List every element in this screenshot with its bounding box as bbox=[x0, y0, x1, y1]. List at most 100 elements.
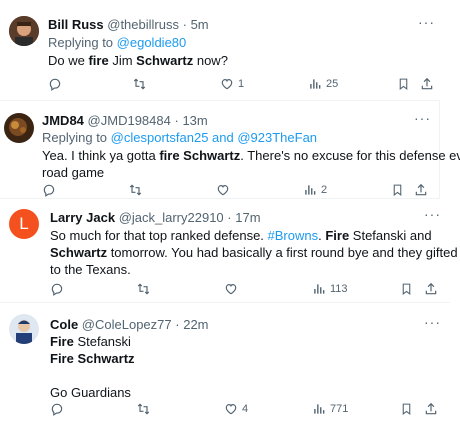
like-count: 4 bbox=[242, 403, 249, 415]
timestamp[interactable]: 5m bbox=[191, 17, 209, 32]
hashtag-link[interactable]: #Browns bbox=[268, 228, 319, 243]
share-button[interactable] bbox=[424, 281, 438, 297]
handle[interactable]: @ColeLopez77 bbox=[82, 317, 172, 332]
views-button[interactable]: 25 bbox=[308, 76, 338, 92]
like-icon bbox=[225, 404, 237, 415]
bookmark-icon bbox=[399, 78, 408, 90]
mention-link[interactable]: @clesportsfan25 bbox=[111, 130, 209, 145]
text-part: Go Guardians bbox=[50, 385, 131, 400]
avatar-letter: L bbox=[19, 214, 29, 233]
text-bold: Fire Schwartz bbox=[50, 351, 135, 366]
more-icon[interactable]: ··· bbox=[418, 14, 435, 30]
like-icon bbox=[217, 185, 229, 196]
text-bold: Schwartz bbox=[50, 245, 108, 260]
display-name[interactable]: Bill Russ bbox=[48, 17, 104, 32]
mention-and: and bbox=[208, 130, 238, 145]
bookmark-button[interactable] bbox=[397, 76, 410, 92]
retweet-icon bbox=[133, 78, 146, 90]
dot-separator: · bbox=[182, 17, 187, 32]
avatar[interactable] bbox=[9, 16, 39, 46]
like-button[interactable]: 1 bbox=[220, 76, 244, 92]
tweet-text: So much for that top ranked defense. #Br… bbox=[50, 227, 460, 278]
reply-icon bbox=[51, 403, 63, 416]
replying-label: Replying to bbox=[42, 130, 108, 145]
text-part: Stefanski and bbox=[349, 228, 432, 243]
retweet-button[interactable] bbox=[132, 76, 147, 92]
retweet-button[interactable] bbox=[128, 182, 143, 198]
bookmark-icon bbox=[402, 283, 411, 295]
retweet-icon bbox=[129, 184, 142, 196]
more-icon[interactable]: ··· bbox=[414, 110, 431, 126]
avatar[interactable] bbox=[4, 113, 34, 143]
views-button[interactable]: 113 bbox=[312, 281, 348, 297]
view-count: 113 bbox=[330, 283, 348, 295]
retweet-icon bbox=[137, 283, 150, 295]
tweet-header: JMD84 @JMD198484 · 13m bbox=[42, 113, 208, 128]
mention-link[interactable]: @923TheFan bbox=[237, 130, 317, 145]
mention-link[interactable]: @egoldie80 bbox=[117, 35, 187, 50]
handle[interactable]: @jack_larry22910 bbox=[119, 210, 224, 225]
views-button[interactable]: 2 bbox=[303, 182, 327, 198]
more-icon[interactable]: ··· bbox=[424, 314, 441, 330]
tweet-cole[interactable]: Cole @ColeLopez77 · 22m ··· Fire Stefans… bbox=[0, 302, 460, 425]
more-icon[interactable]: ··· bbox=[424, 206, 441, 222]
tweet-bill-russ[interactable]: Bill Russ @thebillruss · 5m ··· Replying… bbox=[0, 0, 460, 100]
reply-button[interactable] bbox=[48, 76, 62, 92]
tweet-header: Larry Jack @jack_larry22910 · 17m bbox=[50, 210, 261, 225]
timestamp[interactable]: 13m bbox=[182, 113, 207, 128]
handle[interactable]: @thebillruss bbox=[107, 17, 179, 32]
display-name[interactable]: JMD84 bbox=[42, 113, 84, 128]
dot-separator: · bbox=[175, 317, 180, 332]
share-icon bbox=[425, 402, 437, 415]
retweet-button[interactable] bbox=[136, 281, 151, 297]
text-part: Jim bbox=[108, 53, 137, 68]
bookmark-icon bbox=[393, 184, 402, 196]
dot-separator: · bbox=[174, 113, 179, 128]
share-icon bbox=[425, 282, 437, 295]
tweet-jmd84[interactable]: JMD84 @JMD198484 · 13m ··· Replying to @… bbox=[0, 100, 460, 198]
view-count: 25 bbox=[326, 78, 339, 90]
timestamp[interactable]: 17m bbox=[235, 210, 260, 225]
display-name[interactable]: Larry Jack bbox=[50, 210, 115, 225]
view-count: 771 bbox=[330, 403, 349, 415]
replying-to: Replying to @clesportsfan25 and @923TheF… bbox=[42, 130, 317, 145]
tweet-text: Yea. I think ya gotta fire Schwartz. The… bbox=[42, 147, 460, 181]
tweet-text: Do we fire Jim Schwartz now? bbox=[48, 52, 228, 69]
retweet-button[interactable] bbox=[136, 401, 151, 417]
avatar[interactable]: L bbox=[9, 209, 39, 239]
bookmark-button[interactable] bbox=[400, 281, 413, 297]
reply-button[interactable] bbox=[50, 281, 64, 297]
like-button[interactable]: 4 bbox=[224, 401, 248, 417]
handle[interactable]: @JMD198484 bbox=[88, 113, 171, 128]
text-part: now? bbox=[193, 53, 228, 68]
share-icon bbox=[421, 77, 433, 90]
share-icon bbox=[415, 183, 427, 196]
reply-button[interactable] bbox=[50, 401, 64, 417]
text-bold: fire bbox=[88, 53, 109, 68]
share-button[interactable] bbox=[420, 76, 434, 92]
tweet-header: Cole @ColeLopez77 · 22m bbox=[50, 317, 209, 332]
reply-icon bbox=[51, 283, 63, 296]
reply-icon bbox=[43, 184, 55, 197]
text-bold: fire Schwartz bbox=[159, 148, 241, 163]
tweet-header: Bill Russ @thebillruss · 5m bbox=[48, 17, 209, 32]
timestamp[interactable]: 22m bbox=[183, 317, 208, 332]
bookmark-button[interactable] bbox=[391, 182, 404, 198]
tweet-text: Fire Stefanski Fire Schwartz Go Guardian… bbox=[50, 333, 430, 401]
like-button[interactable] bbox=[224, 281, 238, 297]
views-button[interactable]: 771 bbox=[312, 401, 348, 417]
like-button[interactable] bbox=[216, 182, 230, 198]
bookmark-button[interactable] bbox=[400, 401, 413, 417]
replying-to: Replying to @egoldie80 bbox=[48, 35, 186, 50]
share-button[interactable] bbox=[424, 401, 438, 417]
display-name[interactable]: Cole bbox=[50, 317, 78, 332]
bookmark-icon bbox=[402, 403, 411, 415]
views-icon bbox=[314, 404, 325, 414]
views-icon bbox=[314, 284, 325, 294]
like-icon bbox=[221, 79, 233, 90]
avatar[interactable] bbox=[9, 314, 39, 344]
share-button[interactable] bbox=[414, 182, 428, 198]
text-part: Stefanski bbox=[73, 334, 131, 349]
tweet-larry-jack[interactable]: L Larry Jack @jack_larry22910 · 17m ··· … bbox=[0, 198, 460, 302]
reply-button[interactable] bbox=[42, 182, 56, 198]
